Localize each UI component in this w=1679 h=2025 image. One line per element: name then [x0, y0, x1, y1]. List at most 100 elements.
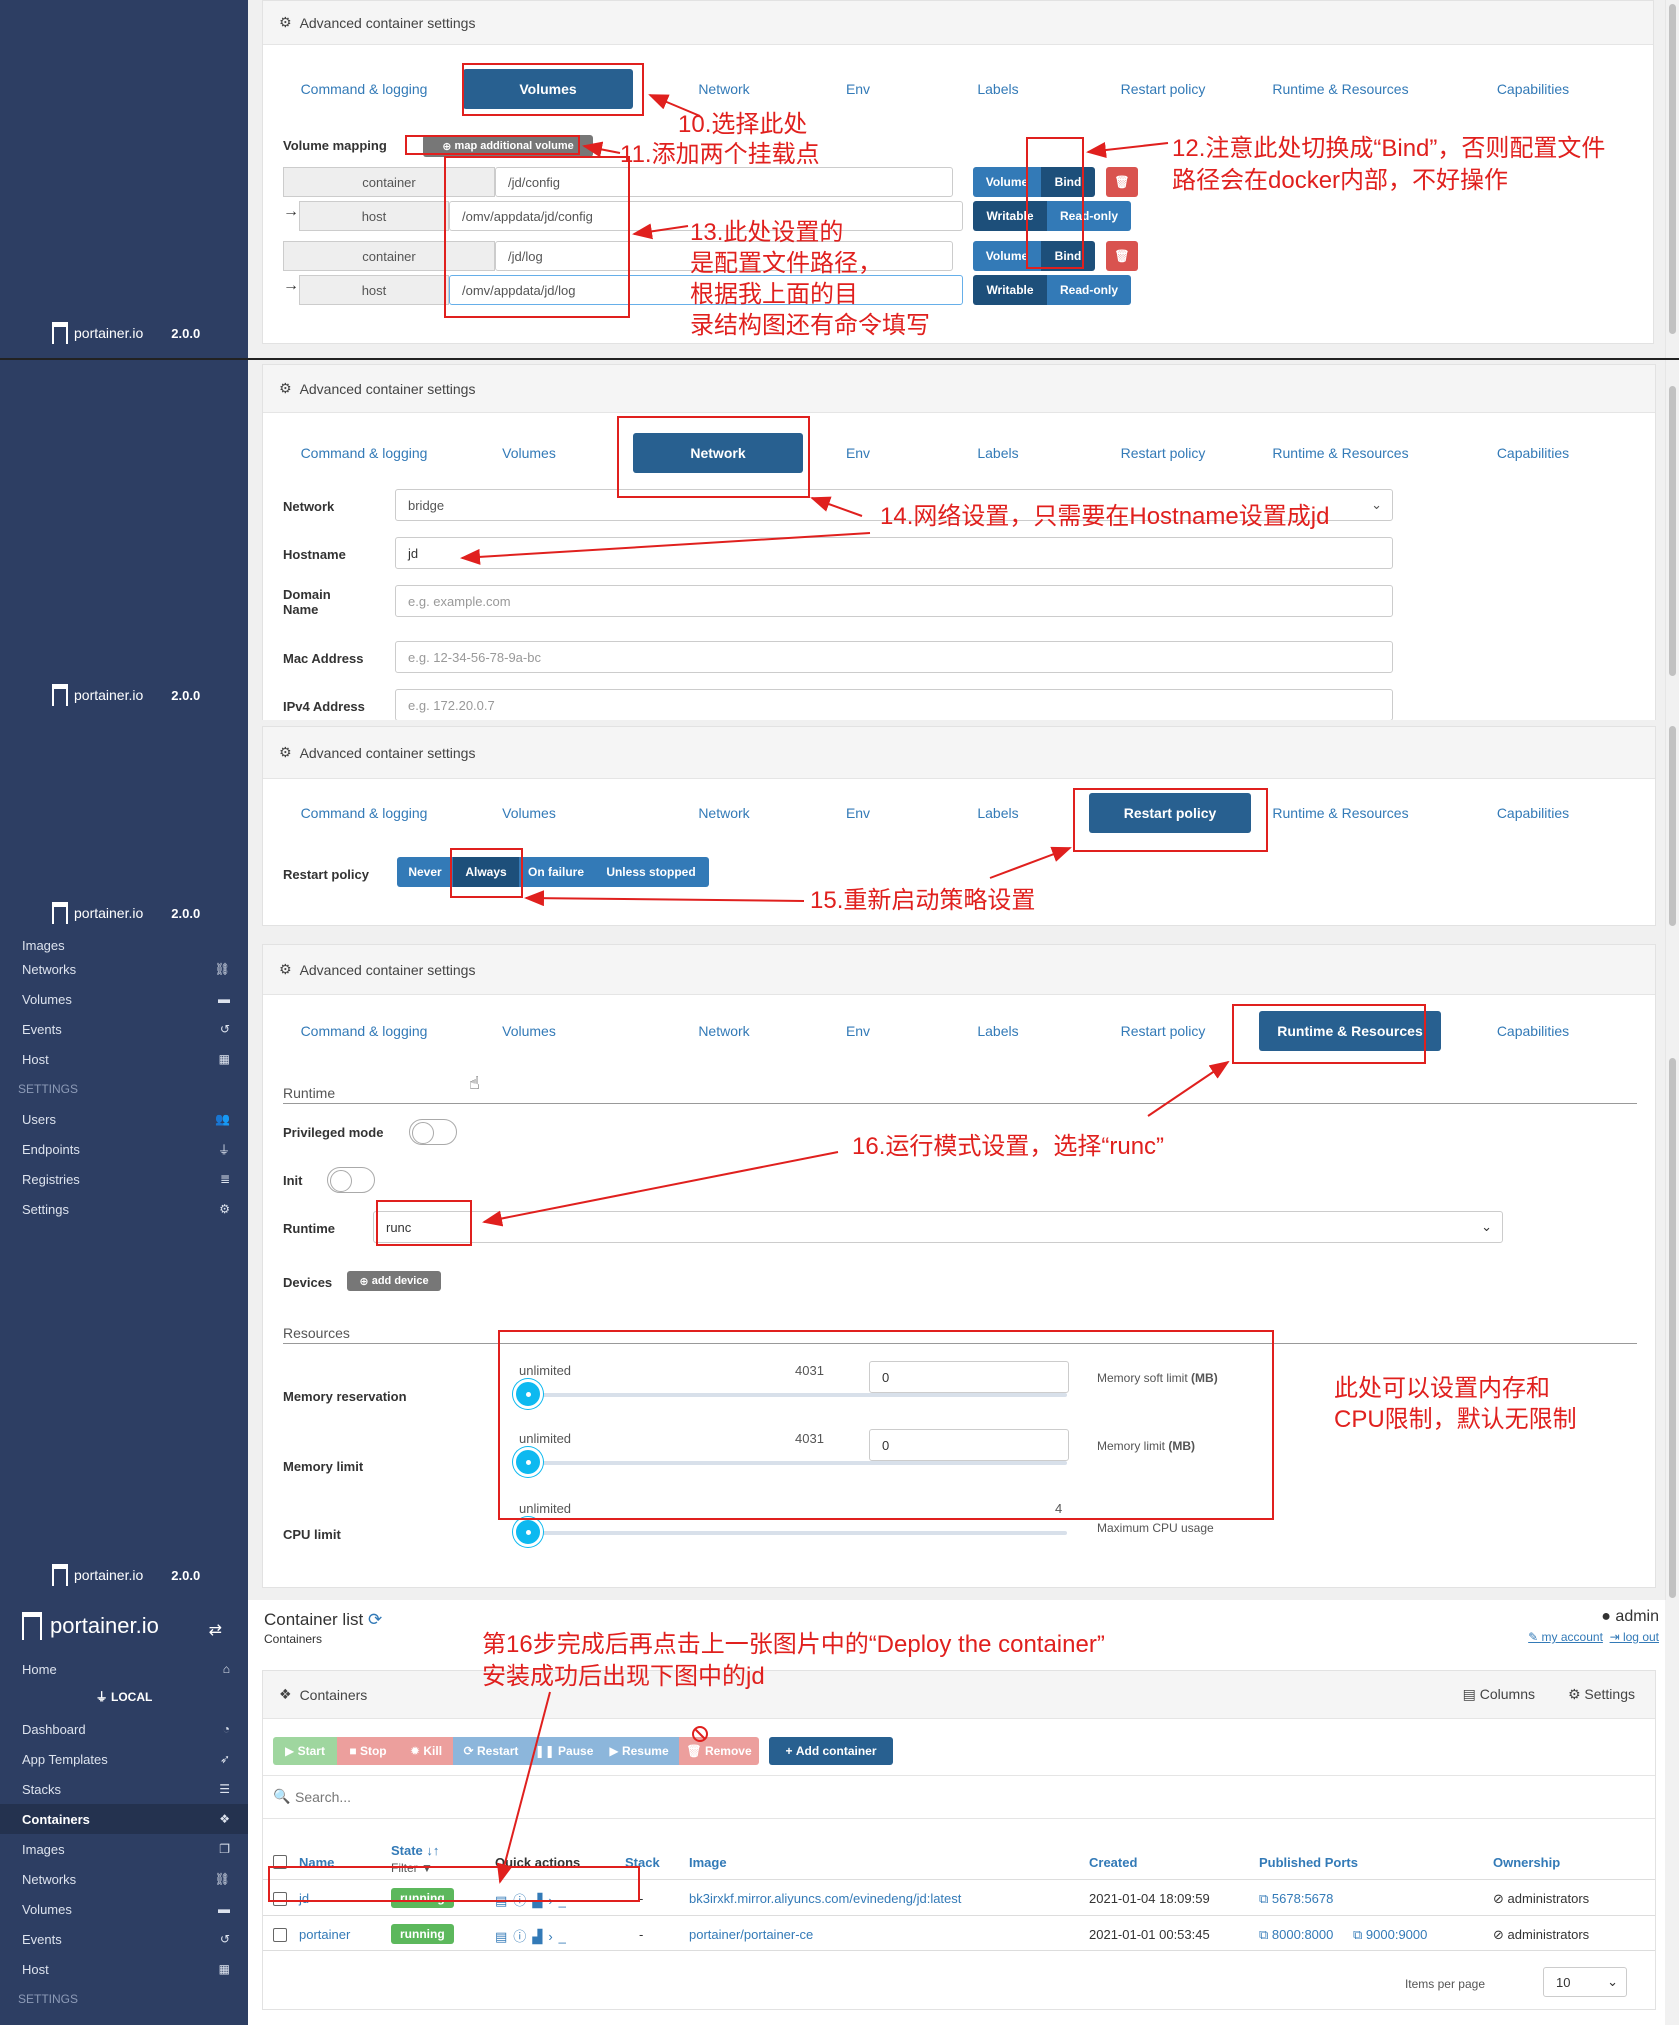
- scrollbar[interactable]: [1665, 0, 1679, 358]
- pause-button[interactable]: ❚❚ Pause: [529, 1737, 599, 1765]
- sidebar-item-home[interactable]: Home ⌂: [22, 1658, 230, 1680]
- resume-button[interactable]: ▶ Resume: [599, 1737, 679, 1765]
- tab-env[interactable]: Env: [823, 431, 893, 475]
- sidebar-item-images[interactable]: Images: [22, 938, 230, 956]
- container-name-link[interactable]: portainer: [299, 1927, 350, 1942]
- sidebar-item-images[interactable]: Images ❐: [22, 1838, 230, 1860]
- tab-labels[interactable]: Labels: [953, 1009, 1043, 1053]
- tab-volumes[interactable]: Volumes: [479, 791, 579, 835]
- hostname-input[interactable]: jd: [395, 537, 1393, 569]
- tab-labels[interactable]: Labels: [953, 67, 1043, 111]
- restart-always-button[interactable]: Always: [453, 857, 519, 887]
- tab-runtime-resources[interactable]: Runtime & Resources: [1253, 791, 1428, 835]
- scrollbar[interactable]: [1665, 1600, 1679, 2025]
- tab-runtime-resources[interactable]: Runtime & Resources: [1253, 431, 1428, 475]
- privileged-mode-toggle[interactable]: [409, 1119, 457, 1145]
- tab-command-logging[interactable]: Command & logging: [289, 791, 439, 835]
- header-ownership[interactable]: Ownership: [1493, 1855, 1560, 1870]
- volume-type-button[interactable]: Volume: [973, 241, 1041, 271]
- refresh-icon[interactable]: ⟳: [368, 1610, 382, 1629]
- terminal-icon[interactable]: ›_: [548, 1893, 572, 1908]
- writable-button[interactable]: Writable: [973, 201, 1047, 231]
- memory-reservation-input[interactable]: 0: [869, 1361, 1069, 1393]
- image-link[interactable]: portainer/portainer-ce: [689, 1927, 813, 1942]
- tab-volumes[interactable]: Volumes: [463, 69, 633, 109]
- scrollbar[interactable]: [1665, 360, 1679, 720]
- sidebar-item-settings[interactable]: Settings ⚙: [22, 1198, 230, 1220]
- tab-capabilities[interactable]: Capabilities: [1478, 431, 1588, 475]
- trash-icon[interactable]: 🗑: [1106, 167, 1138, 197]
- tab-runtime-resources[interactable]: Runtime & Resources: [1259, 1011, 1441, 1051]
- info-icon[interactable]: ⓘ: [513, 1893, 532, 1908]
- tab-volumes[interactable]: Volumes: [479, 431, 579, 475]
- tab-capabilities[interactable]: Capabilities: [1478, 1009, 1588, 1053]
- read-only-button[interactable]: Read-only: [1047, 275, 1131, 305]
- sidebar-item-networks[interactable]: Networks ⛓: [22, 958, 230, 980]
- memory-limit-slider[interactable]: [513, 1447, 1067, 1477]
- sidebar-item-events[interactable]: Events ↺: [22, 1018, 230, 1040]
- cpu-limit-slider[interactable]: [513, 1517, 1067, 1547]
- tab-restart-policy[interactable]: Restart policy: [1103, 1009, 1223, 1053]
- sidebar-item-endpoints[interactable]: Endpoints ⏚: [22, 1138, 230, 1160]
- bind-type-button[interactable]: Bind: [1041, 241, 1095, 271]
- tab-network[interactable]: Network: [669, 791, 779, 835]
- sidebar-item-dashboard[interactable]: Dashboard ◔: [22, 1718, 230, 1740]
- sidebar-item-registries[interactable]: Registries ≣: [22, 1168, 230, 1190]
- header-created[interactable]: Created: [1089, 1855, 1137, 1870]
- columns-button[interactable]: ▤ Columns: [1463, 1686, 1535, 1703]
- stop-button[interactable]: ■ Stop: [337, 1737, 399, 1765]
- memory-limit-input[interactable]: 0: [869, 1429, 1069, 1461]
- image-link[interactable]: bk3irxkf.mirror.aliyuncs.com/evinedeng/j…: [689, 1891, 961, 1906]
- sidebar-item-volumes[interactable]: Volumes ▬: [22, 1898, 230, 1920]
- tab-restart-policy[interactable]: Restart policy: [1103, 431, 1223, 475]
- terminal-icon[interactable]: ›_: [548, 1929, 572, 1944]
- info-icon[interactable]: ⓘ: [513, 1929, 532, 1944]
- port-link[interactable]: ⧉ 9000:9000: [1353, 1927, 1427, 1943]
- slider-handle[interactable]: [513, 1447, 543, 1477]
- ipv4-address-input[interactable]: e.g. 172.20.0.7: [395, 689, 1393, 720]
- port-link[interactable]: ⧉ 5678:5678: [1259, 1891, 1333, 1907]
- tab-network[interactable]: Network: [669, 67, 779, 111]
- remove-button[interactable]: 🗑 Remove: [679, 1737, 759, 1765]
- chart-icon[interactable]: ▟: [532, 1929, 548, 1944]
- header-state[interactable]: State ↓↑: [391, 1843, 439, 1858]
- select-all-checkbox[interactable]: [273, 1855, 287, 1869]
- tab-labels[interactable]: Labels: [953, 431, 1043, 475]
- header-name[interactable]: Name: [299, 1855, 334, 1870]
- tab-volumes[interactable]: Volumes: [479, 1009, 579, 1053]
- sidebar-item-users[interactable]: Users 👥: [22, 1108, 230, 1130]
- file-icon[interactable]: ▤: [495, 1929, 513, 1944]
- restart-unless-stopped-button[interactable]: Unless stopped: [593, 857, 709, 887]
- row-checkbox[interactable]: [273, 1892, 287, 1906]
- my-account-link[interactable]: ✎ my account: [1528, 1630, 1603, 1644]
- sidebar-item-app-templates[interactable]: App Templates ➶: [22, 1748, 230, 1770]
- restart-never-button[interactable]: Never: [397, 857, 453, 887]
- log-out-link[interactable]: ⇥ log out: [1610, 1630, 1659, 1644]
- sidebar-item-host[interactable]: Host ▦: [22, 1048, 230, 1070]
- tab-labels[interactable]: Labels: [953, 791, 1043, 835]
- slider-handle[interactable]: [513, 1517, 543, 1547]
- table-settings-button[interactable]: ⚙ Settings: [1568, 1686, 1635, 1703]
- tab-capabilities[interactable]: Capabilities: [1478, 791, 1588, 835]
- writable-button[interactable]: Writable: [973, 275, 1047, 305]
- header-image[interactable]: Image: [689, 1855, 727, 1870]
- state-filter[interactable]: Filter ▼: [391, 1861, 433, 1875]
- container-path-input[interactable]: /jd/config: [495, 167, 953, 197]
- volume-type-button[interactable]: Volume: [973, 167, 1041, 197]
- start-button[interactable]: ▶ Start: [273, 1737, 337, 1765]
- mac-address-input[interactable]: e.g. 12-34-56-78-9a-bc: [395, 641, 1393, 673]
- sidebar-item-containers[interactable]: Containers ❖: [0, 1804, 248, 1834]
- tab-command-logging[interactable]: Command & logging: [289, 1009, 439, 1053]
- map-additional-volume-button[interactable]: ⊕ map additional volume: [423, 135, 593, 157]
- scrollbar[interactable]: [1665, 938, 1679, 1600]
- kill-button[interactable]: ✹ Kill: [399, 1737, 453, 1765]
- tab-runtime-resources[interactable]: Runtime & Resources: [1253, 67, 1428, 111]
- chart-icon[interactable]: ▟: [532, 1893, 548, 1908]
- sidebar-item-stacks[interactable]: Stacks ☰: [22, 1778, 230, 1800]
- tab-env[interactable]: Env: [823, 1009, 893, 1053]
- tab-command-logging[interactable]: Command & logging: [289, 431, 439, 475]
- slider-handle[interactable]: [513, 1379, 543, 1409]
- tab-env[interactable]: Env: [823, 67, 893, 111]
- header-published-ports[interactable]: Published Ports: [1259, 1855, 1358, 1870]
- tab-network[interactable]: Network: [669, 1009, 779, 1053]
